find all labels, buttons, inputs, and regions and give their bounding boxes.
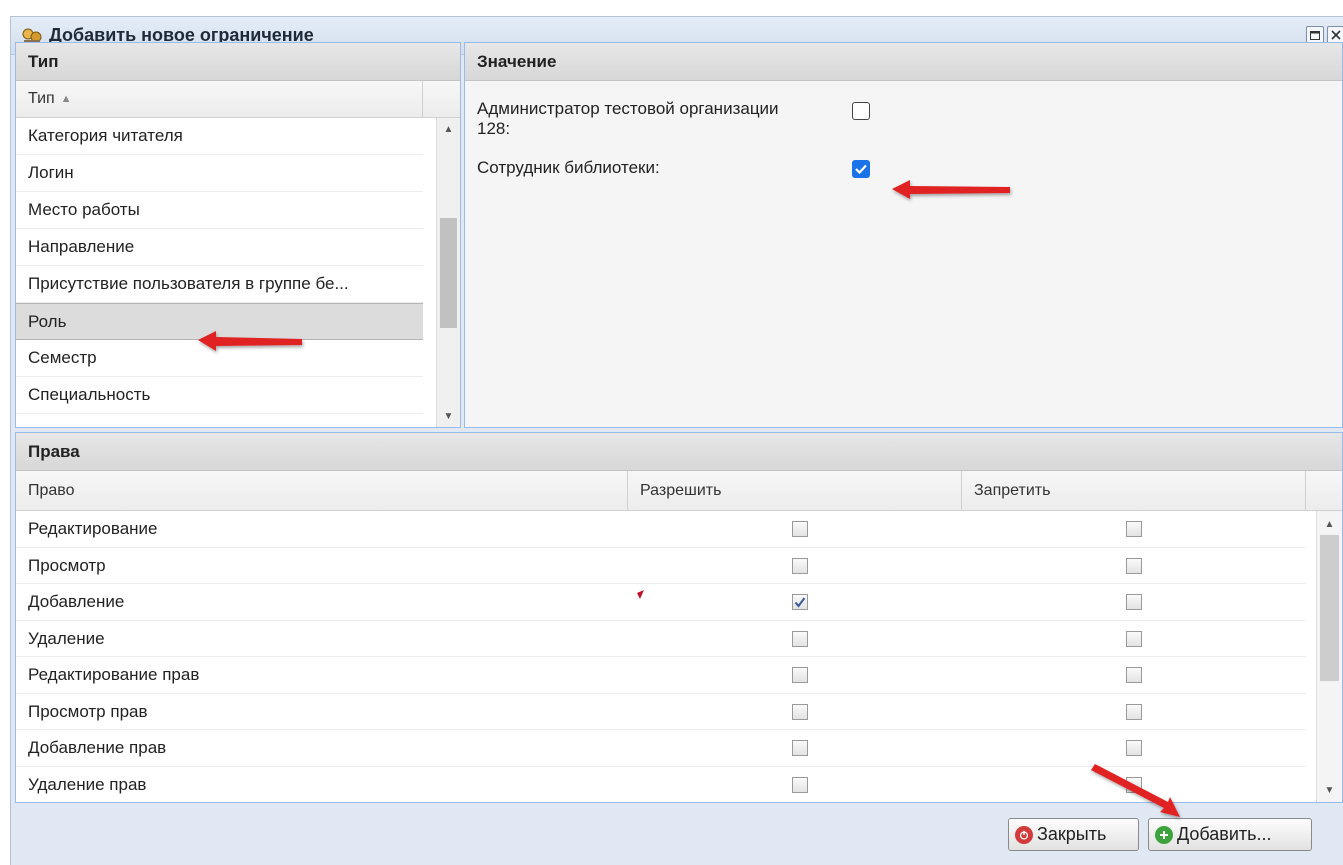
deny-checkbox[interactable] [1126, 740, 1142, 756]
rights-grid-header: Право Разрешить Запретить [16, 471, 1306, 511]
allow-checkbox[interactable] [792, 630, 808, 647]
admin-checkbox[interactable] [852, 102, 870, 120]
close-button-label: Закрыть [1037, 824, 1107, 844]
allow-checkbox[interactable] [792, 703, 808, 720]
scroll-down-icon[interactable]: ▼ [437, 407, 460, 425]
table-row: Удаление [16, 621, 1306, 657]
right-name: Просмотр [28, 555, 106, 575]
table-row: Просмотр [16, 548, 1306, 584]
type-column-label: Тип [28, 90, 55, 107]
allow-checkbox[interactable] [792, 521, 808, 537]
right-name: Удаление прав [28, 774, 147, 794]
add-button[interactable]: Добавить... [1148, 818, 1312, 851]
deny-checkbox[interactable] [1126, 557, 1142, 574]
add-button-label: Добавить... [1177, 824, 1272, 844]
allow-checkbox[interactable] [792, 667, 808, 683]
scroll-thumb[interactable] [440, 218, 457, 328]
allow-checkbox[interactable] [792, 776, 808, 793]
check-icon [855, 164, 867, 174]
type-panel-title: Тип [16, 43, 460, 81]
allow-checkbox[interactable] [792, 594, 808, 610]
value-option-label: Администратор тестовой организации [477, 99, 779, 118]
list-item[interactable]: Присутствие пользователя в группе бе... [16, 266, 423, 303]
value-option-librarian: Сотрудник библиотеки: [477, 158, 660, 178]
table-row: Редактирование [16, 511, 1306, 548]
list-item[interactable]: Семестр [16, 340, 423, 377]
plus-icon [1155, 825, 1173, 844]
right-name: Редактирование [28, 519, 158, 538]
table-row: Добавление [16, 584, 1306, 621]
type-list-scrollbar[interactable]: ▲ ▼ [436, 118, 460, 427]
value-option-label-cont: 128: [477, 119, 511, 138]
grid-header-spacer [1306, 471, 1342, 511]
scroll-up-icon[interactable]: ▲ [1317, 515, 1342, 533]
value-option-label: Сотрудник библиотеки: [477, 158, 660, 177]
right-name: Удаление [28, 628, 105, 648]
deny-checkbox[interactable] [1126, 630, 1142, 647]
close-button[interactable]: Закрыть [1008, 818, 1139, 851]
deny-checkbox[interactable] [1126, 667, 1142, 683]
librarian-checkbox[interactable] [852, 160, 870, 178]
value-panel-title: Значение [465, 43, 1342, 81]
type-panel: Тип Тип ▲ Категория читателя Логин Место… [15, 42, 461, 428]
scroll-thumb[interactable] [1320, 535, 1339, 681]
deny-checkbox[interactable] [1126, 703, 1142, 720]
right-name: Просмотр прав [28, 701, 148, 721]
power-icon [1015, 825, 1033, 844]
type-header-spacer [423, 81, 460, 118]
right-name: Добавление [28, 592, 125, 611]
list-item[interactable]: Специальность [16, 377, 423, 414]
rights-panel-title: Права [16, 433, 1342, 471]
table-row: Просмотр прав [16, 694, 1306, 730]
scroll-up-icon[interactable]: ▲ [437, 120, 460, 138]
type-list: Категория читателя Логин Место работы На… [16, 118, 423, 414]
list-item[interactable]: Место работы [16, 192, 423, 229]
deny-checkbox[interactable] [1126, 594, 1142, 610]
list-item-selected[interactable]: Роль [16, 303, 423, 340]
close-icon [1330, 30, 1341, 40]
column-header-allow[interactable]: Разрешить [628, 471, 962, 511]
rights-scrollbar[interactable]: ▲ ▼ [1316, 511, 1342, 802]
rights-list: Редактирование Просмотр Добавление Удаление… [16, 511, 1306, 802]
value-panel: Значение Администратор тестовой организа… [464, 42, 1343, 428]
sort-ascending-icon: ▲ [60, 93, 72, 105]
rights-panel: Права Право Разрешить Запретить Редактир… [15, 432, 1343, 803]
maximize-icon [1310, 30, 1320, 40]
list-item[interactable]: Логин [16, 155, 423, 192]
value-option-admin: Администратор тестовой организации 128: [477, 99, 779, 139]
scroll-down-icon[interactable]: ▼ [1317, 781, 1342, 799]
list-item[interactable]: Направление [16, 229, 423, 266]
table-row: Редактирование прав [16, 657, 1306, 694]
check-icon [794, 596, 806, 608]
list-item[interactable]: Категория читателя [16, 118, 423, 155]
allow-checkbox[interactable] [792, 557, 808, 574]
column-header-deny[interactable]: Запретить [962, 471, 1306, 511]
deny-checkbox[interactable] [1126, 776, 1142, 793]
allow-checkbox[interactable] [792, 740, 808, 756]
column-header-right[interactable]: Право [16, 471, 628, 511]
deny-checkbox[interactable] [1126, 521, 1142, 537]
right-name: Редактирование прав [28, 665, 200, 684]
type-column-header[interactable]: Тип ▲ [16, 81, 423, 118]
table-row: Удаление прав [16, 767, 1306, 803]
table-row: Добавление прав [16, 730, 1306, 767]
right-name: Добавление прав [28, 738, 167, 757]
